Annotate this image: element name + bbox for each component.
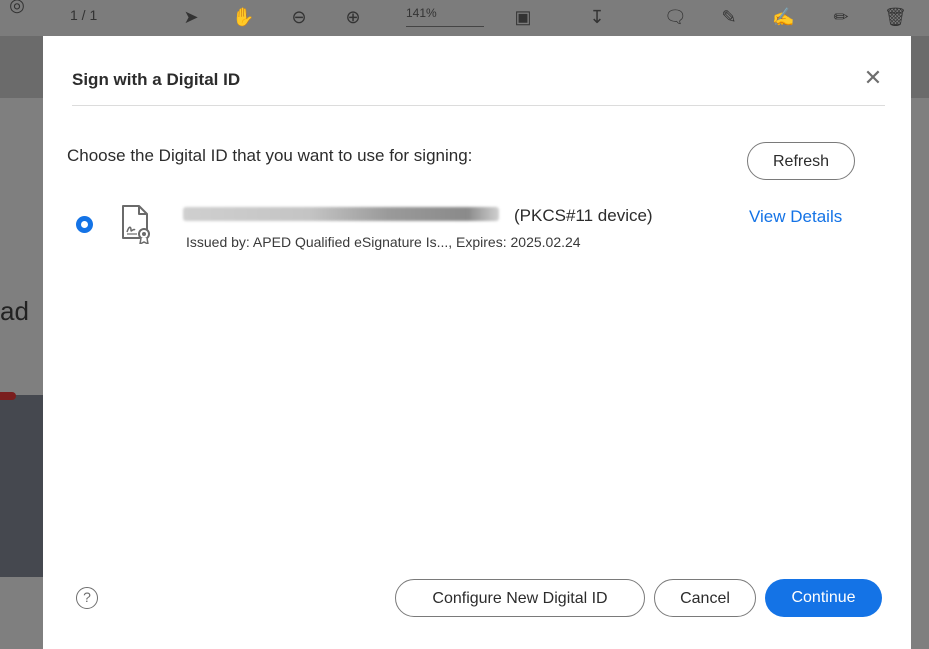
sign-digital-id-dialog: Sign with a Digital ID ✕ Choose the Digi…: [43, 36, 911, 649]
cancel-button[interactable]: Cancel: [654, 579, 756, 617]
certificate-icon: [122, 205, 150, 244]
title-divider: [72, 105, 885, 106]
select-arrow-icon: ➤: [183, 7, 199, 27]
zoom-in-icon: ⊕: [345, 7, 361, 27]
digital-id-row[interactable]: (PKCS#11 device) Issued by: APED Qualifi…: [43, 196, 911, 256]
close-icon[interactable]: ✕: [861, 66, 885, 90]
page-indicator: 1 / 1: [70, 7, 98, 23]
background-doc-text: ad: [0, 296, 29, 326]
digital-id-radio[interactable]: [76, 216, 93, 233]
sign-icon: ✍: [772, 7, 795, 27]
comment-icon: 🗨: [664, 7, 687, 27]
settings-icon: ◎: [9, 0, 25, 15]
digital-id-issued-info: Issued by: APED Qualified eSignature Is.…: [186, 234, 581, 250]
scroll-icon: ↧: [589, 7, 605, 27]
configure-new-digital-id-button[interactable]: Configure New Digital ID: [395, 579, 645, 617]
edit-icon: ✏: [833, 7, 849, 27]
background-mark: [0, 392, 16, 400]
instruction-text: Choose the Digital ID that you want to u…: [67, 146, 473, 165]
continue-button[interactable]: Continue: [765, 579, 882, 617]
zoom-out-icon: ⊖: [291, 7, 307, 27]
background-dark-block: [0, 395, 44, 577]
redacted-id-name: [183, 207, 499, 221]
help-icon[interactable]: ?: [76, 587, 98, 609]
zoom-level: 141%: [406, 4, 484, 27]
dialog-title: Sign with a Digital ID: [72, 70, 241, 89]
refresh-button[interactable]: Refresh: [747, 142, 855, 180]
digital-id-type: (PKCS#11 device): [514, 206, 653, 225]
background-toolbar: ◎ 1 / 1 ➤ ✋ ⊖ ⊕ 141% ▣ ↧ 🗨 ✎ ✍ ✏ 🗑: [0, 0, 929, 37]
hand-icon: ✋: [232, 7, 255, 27]
highlight-icon: ✎: [721, 7, 737, 27]
view-details-link[interactable]: View Details: [749, 207, 842, 227]
delete-icon: 🗑: [884, 7, 907, 27]
fit-page-icon: ▣: [514, 7, 532, 27]
